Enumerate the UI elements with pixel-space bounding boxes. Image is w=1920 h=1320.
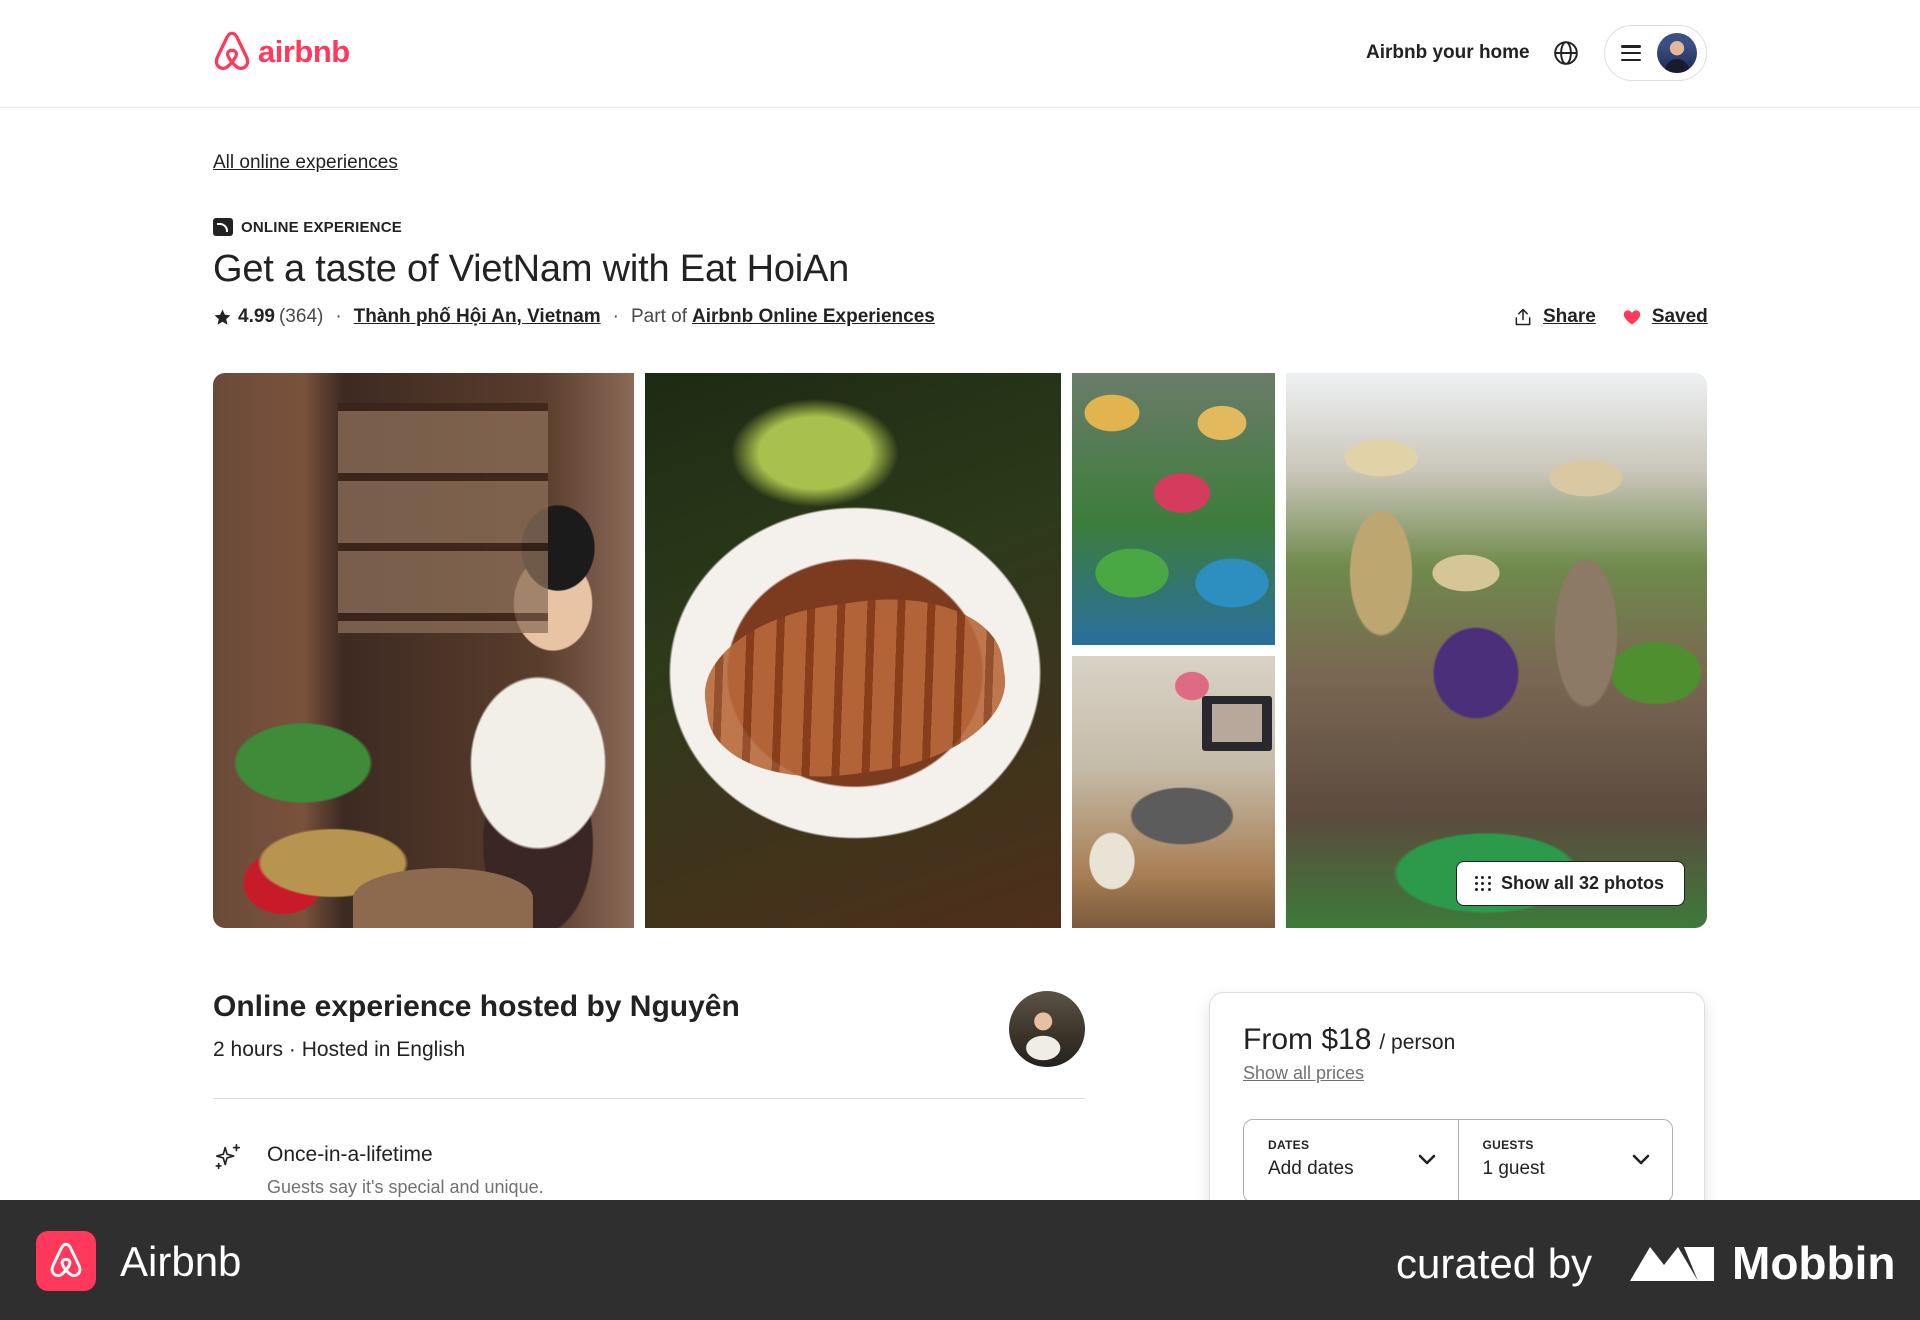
grid-dots-icon	[1474, 875, 1491, 892]
chevron-down-icon	[1632, 1154, 1650, 1165]
section-divider	[213, 1098, 1085, 1099]
chevron-down-icon	[1418, 1154, 1435, 1165]
part-of-label: Part of	[631, 306, 687, 327]
airbnb-logo-icon	[214, 31, 250, 70]
dates-selector[interactable]: DATES Add dates	[1244, 1120, 1458, 1202]
feature-title: Once-in-a-lifetime	[267, 1143, 433, 1166]
location-link[interactable]: Thành phố Hội An, Vietnam	[354, 306, 601, 328]
star-icon	[214, 309, 231, 325]
host-subtitle: 2 hours · Hosted in English	[213, 1038, 466, 1061]
category-text: ONLINE EXPERIENCE	[241, 218, 402, 236]
listing-meta: 4.99 (364) · Thành phố Hội An, Vietnam ·…	[213, 306, 935, 328]
share-button[interactable]: Share	[1513, 306, 1596, 328]
airbnb-your-home-link[interactable]: Airbnb your home	[1366, 42, 1530, 64]
dates-value: Add dates	[1268, 1158, 1354, 1179]
show-all-photos-button[interactable]: Show all 32 photos	[1455, 861, 1685, 906]
hamburger-icon	[1621, 45, 1641, 61]
host-avatar[interactable]	[1009, 991, 1085, 1067]
saved-label: Saved	[1651, 306, 1708, 327]
share-icon	[1515, 308, 1531, 326]
mobbin-mark-icon	[1630, 1247, 1714, 1281]
all-online-experiences-link[interactable]: All online experiences	[213, 152, 398, 174]
airbnb-logo[interactable]: airbnb	[212, 30, 350, 74]
rating-value: 4.99	[238, 306, 275, 327]
category-label: ONLINE EXPERIENCE	[213, 218, 402, 236]
globe-icon[interactable]	[1553, 40, 1579, 66]
mobbin-wordmark: Mobbin	[1732, 1237, 1896, 1289]
brand-name: airbnb	[258, 34, 350, 69]
host-title: Online experience hosted by Nguyên	[213, 990, 740, 1023]
sparkle-icon	[215, 1143, 241, 1170]
photo-market-vendors[interactable]	[1072, 373, 1275, 645]
guests-selector[interactable]: GUESTS 1 guest	[1457, 1120, 1673, 1202]
mobbin-logo: Mobbin	[1628, 1236, 1896, 1290]
airbnb-app-icon	[36, 1231, 96, 1291]
booking-card: From $18 / person Show all prices DATES …	[1209, 992, 1705, 1232]
airbnb-logo-icon	[50, 1242, 82, 1278]
photo-squid-dish[interactable]	[645, 373, 1061, 928]
curated-by-label: curated by	[1396, 1240, 1593, 1287]
online-experience-icon	[213, 218, 233, 236]
page-title: Get a taste of VietNam with Eat HoiAn	[213, 248, 850, 290]
price-value: From $18	[1243, 1023, 1372, 1056]
feature-subtitle: Guests say it's special and unique.	[267, 1177, 544, 1197]
guests-label: GUESTS	[1482, 1138, 1534, 1152]
separator-dot: ·	[612, 306, 619, 327]
photo-gallery: Show all 32 photos	[213, 373, 1707, 928]
saved-button[interactable]: Saved	[1622, 306, 1708, 328]
review-count[interactable]: (364)	[279, 306, 323, 328]
price-unit: / person	[1379, 1031, 1456, 1054]
listing-actions: Share Saved	[1513, 306, 1708, 328]
user-menu-button[interactable]	[1604, 25, 1707, 81]
user-avatar	[1657, 33, 1697, 73]
separator-dot: ·	[335, 306, 342, 327]
booking-picker: DATES Add dates GUESTS 1 guest	[1243, 1119, 1673, 1203]
online-experiences-link[interactable]: Airbnb Online Experiences	[692, 306, 935, 328]
photo-online-session[interactable]	[1072, 656, 1275, 928]
price-line: From $18 / person	[1243, 1023, 1455, 1057]
guests-value: 1 guest	[1482, 1158, 1545, 1179]
share-label: Share	[1543, 306, 1596, 327]
photo-farmers-harvest[interactable]	[1286, 373, 1707, 928]
footer-app-name: Airbnb	[120, 1238, 242, 1285]
show-all-prices-link[interactable]: Show all prices	[1243, 1063, 1364, 1084]
curation-footer: Airbnb curated by Mobbin	[0, 1200, 1920, 1320]
heart-icon	[1623, 310, 1641, 325]
show-all-photos-label: Show all 32 photos	[1500, 873, 1664, 893]
dates-label: DATES	[1268, 1138, 1310, 1152]
photo-host-cooking[interactable]	[213, 373, 634, 928]
top-header: airbnb Airbnb your home	[0, 0, 1920, 108]
